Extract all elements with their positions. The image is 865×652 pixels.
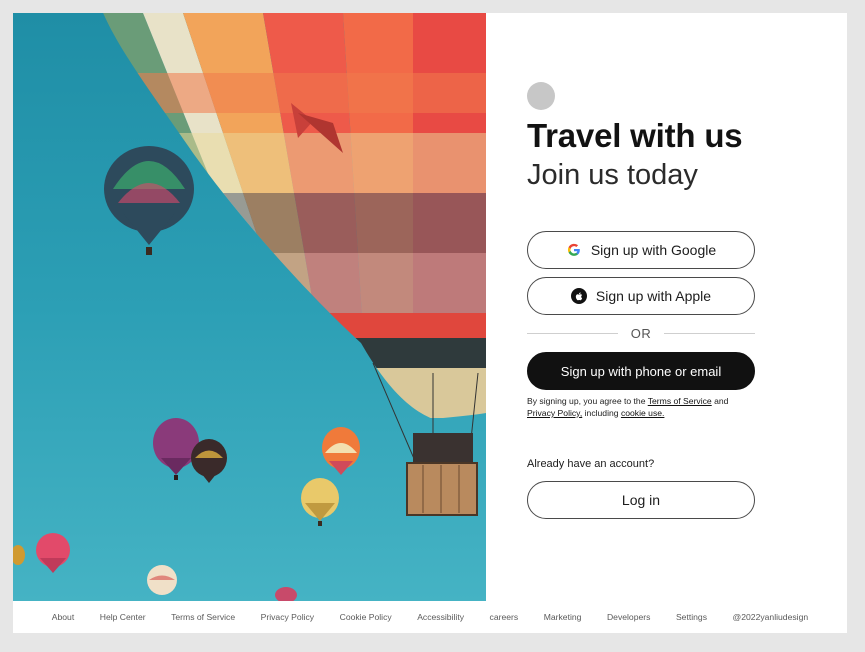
google-icon: [566, 242, 582, 258]
legal-prefix: By signing up, you agree to the: [527, 396, 646, 406]
hero-image: [13, 13, 486, 601]
sign-up-apple-button[interactable]: Sign up with Apple: [527, 277, 755, 315]
footer-link-accessibility[interactable]: Accessibility: [417, 612, 464, 622]
apple-icon: [570, 288, 587, 304]
footer-link-about[interactable]: About: [52, 612, 74, 622]
sign-up-google-button[interactable]: Sign up with Google: [527, 231, 755, 269]
legal-including: including: [584, 408, 619, 418]
logo-placeholder-icon: [527, 82, 555, 110]
divider-line-right: [664, 333, 755, 334]
footer-credit[interactable]: @2022yanliudesign: [733, 612, 809, 622]
footer-link-settings[interactable]: Settings: [676, 612, 707, 622]
already-have-account-text: Already have an account?: [527, 458, 655, 470]
signup-page: Travel with us Join us today Sign up wit…: [13, 13, 847, 633]
footer-link-cookie[interactable]: Cookie Policy: [340, 612, 392, 622]
footer-link-careers[interactable]: careers: [490, 612, 519, 622]
sign-up-apple-label: Sign up with Apple: [595, 288, 712, 304]
signup-panel: Travel with us Join us today Sign up wit…: [527, 13, 847, 601]
footer-link-privacy[interactable]: Privacy Policy: [261, 612, 314, 622]
or-divider: OR: [527, 326, 755, 341]
page-title: Travel with us: [527, 117, 743, 154]
sign-up-google-label: Sign up with Google: [590, 242, 717, 258]
sign-up-phone-email-button[interactable]: Sign up with phone or email: [527, 352, 755, 390]
footer-link-marketing[interactable]: Marketing: [544, 612, 582, 622]
legal-and: and: [714, 396, 729, 406]
privacy-policy-link[interactable]: Privacy Policy,: [527, 408, 582, 418]
log-in-button[interactable]: Log in: [527, 481, 755, 519]
footer-link-terms[interactable]: Terms of Service: [171, 612, 235, 622]
cookie-use-link[interactable]: cookie use.: [621, 408, 664, 418]
legal-notice: By signing up, you agree to the Terms of…: [527, 395, 767, 419]
footer-link-help-center[interactable]: Help Center: [100, 612, 146, 622]
footer-nav: About Help Center Terms of Service Priva…: [13, 601, 847, 633]
page-subtitle: Join us today: [527, 159, 698, 191]
terms-of-service-link[interactable]: Terms of Service: [648, 396, 712, 406]
footer-link-developers[interactable]: Developers: [607, 612, 650, 622]
